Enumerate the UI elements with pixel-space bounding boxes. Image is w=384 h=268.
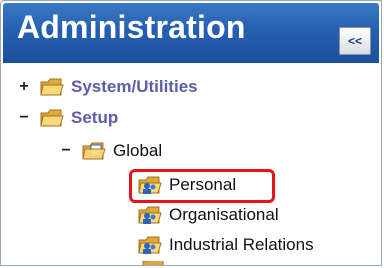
- collapse-button[interactable]: <<: [339, 27, 371, 55]
- tree-item-label: System/Utilities: [71, 77, 198, 96]
- tree-item-system-utilities[interactable]: + System/Utilities: [17, 73, 198, 101]
- folder-icon: [141, 261, 167, 265]
- tree-item-label: Organisational: [169, 205, 279, 224]
- folder-open-icon: [39, 107, 65, 129]
- tree-item-industrial-relations[interactable]: Industrial Relations: [137, 231, 314, 259]
- collapse-icon[interactable]: −: [59, 142, 73, 159]
- folder-document-icon: [81, 140, 107, 162]
- tree-item-label: Global: [113, 141, 163, 160]
- folder-users-icon: [137, 234, 163, 256]
- navigation-tree: + System/Utilities − Setup − Global Pers…: [1, 63, 381, 265]
- administration-panel: Administration << + System/Utilities − S…: [0, 0, 382, 266]
- panel-title: Administration: [17, 9, 246, 45]
- tree-item-partial: [141, 261, 173, 265]
- expand-icon[interactable]: +: [17, 78, 31, 95]
- tree-item-label: Setup: [71, 108, 119, 127]
- collapse-icon[interactable]: −: [17, 109, 31, 126]
- tree-item-setup[interactable]: − Setup: [17, 104, 118, 132]
- tree-item-organisational[interactable]: Organisational: [137, 201, 279, 229]
- tree-item-label: Industrial Relations: [169, 235, 314, 254]
- folder-icon: [39, 76, 65, 98]
- selection-highlight: [129, 169, 275, 203]
- panel-header: Administration <<: [3, 3, 379, 63]
- tree-item-global[interactable]: − Global: [59, 137, 162, 165]
- folder-users-icon: [137, 204, 163, 226]
